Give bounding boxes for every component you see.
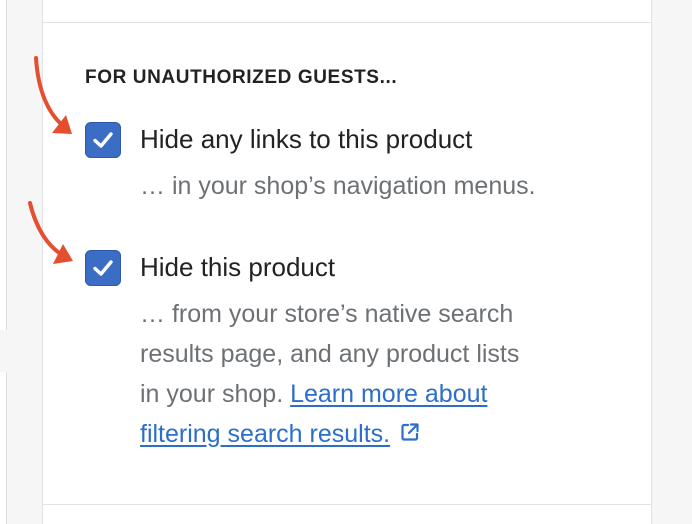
annotation-arrows bbox=[28, 56, 73, 264]
arrow-icon bbox=[28, 201, 73, 264]
page: FOR UNAUTHORIZED GUESTS... Hide any link… bbox=[0, 0, 692, 524]
arrow-icon bbox=[34, 56, 72, 134]
